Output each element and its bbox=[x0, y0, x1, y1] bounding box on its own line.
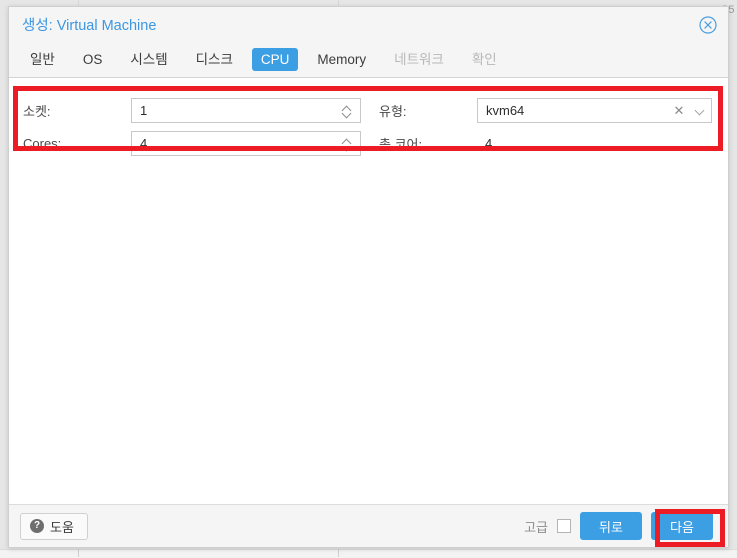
question-mark-icon: ? bbox=[30, 519, 44, 533]
help-button-label: 도움 bbox=[50, 519, 74, 535]
create-vm-dialog: 생성: Virtual Machine 일반 OS 시스템 디스크 CPU Me… bbox=[8, 6, 729, 548]
sockets-spinner-buttons[interactable] bbox=[340, 101, 354, 122]
cpu-settings-form: 소켓: 유형: kvm64 ✕ bbox=[9, 78, 728, 161]
dialog-header: 생성: Virtual Machine bbox=[9, 7, 728, 42]
help-button[interactable]: ? 도움 bbox=[20, 512, 88, 540]
form-row-sockets-type: 소켓: 유형: kvm64 ✕ bbox=[9, 95, 728, 125]
cores-label: Cores: bbox=[23, 135, 62, 151]
chevron-down-icon[interactable] bbox=[343, 111, 352, 116]
close-circle-icon[interactable] bbox=[699, 16, 717, 34]
backdrop-column-separator bbox=[338, 549, 339, 557]
tab-memory[interactable]: Memory bbox=[308, 48, 375, 71]
footer-actions: 고급 뒤로 다음 bbox=[524, 512, 717, 540]
cores-stepper[interactable] bbox=[131, 130, 361, 156]
sockets-input[interactable] bbox=[132, 99, 336, 121]
tab-cpu[interactable]: CPU bbox=[251, 48, 299, 71]
backdrop-column-separator bbox=[78, 549, 79, 557]
back-button[interactable]: 뒤로 bbox=[580, 512, 642, 540]
dialog-footer: ? 도움 고급 뒤로 다음 bbox=[9, 504, 728, 547]
cores-spinner-buttons[interactable] bbox=[340, 134, 354, 155]
dialog-body: 소켓: 유형: kvm64 ✕ bbox=[9, 78, 728, 504]
sockets-label: 소켓: bbox=[23, 103, 51, 119]
cpu-type-value: kvm64 bbox=[486, 102, 525, 118]
cpu-type-select[interactable]: kvm64 ✕ bbox=[477, 97, 712, 123]
close-x-icon[interactable]: ✕ bbox=[669, 104, 689, 117]
advanced-checkbox[interactable] bbox=[557, 519, 571, 533]
total-cores-label: 총 코어: bbox=[379, 136, 423, 152]
next-button[interactable]: 다음 bbox=[651, 512, 713, 540]
dialog-tab-bar: 일반 OS 시스템 디스크 CPU Memory 네트워크 확인 bbox=[9, 42, 728, 78]
chevron-down-icon[interactable] bbox=[689, 108, 711, 113]
tab-network: 네트워크 bbox=[394, 52, 444, 67]
total-cores-value: 4 bbox=[485, 135, 493, 151]
sockets-stepper[interactable] bbox=[131, 97, 361, 123]
tab-system[interactable]: 시스템 bbox=[121, 48, 176, 71]
tab-confirm: 확인 bbox=[471, 52, 497, 67]
dialog-title: 생성: Virtual Machine bbox=[22, 18, 157, 34]
cores-input[interactable] bbox=[132, 132, 336, 154]
advanced-label: 고급 bbox=[524, 519, 548, 535]
tab-os[interactable]: OS bbox=[74, 48, 112, 71]
tab-general[interactable]: 일반 bbox=[21, 48, 64, 71]
chevron-down-icon[interactable] bbox=[343, 144, 352, 149]
tab-disk[interactable]: 디스크 bbox=[187, 48, 242, 71]
type-label: 유형: bbox=[379, 103, 407, 119]
form-row-cores-totalcores: Cores: 총 코어: 4 bbox=[9, 128, 728, 158]
